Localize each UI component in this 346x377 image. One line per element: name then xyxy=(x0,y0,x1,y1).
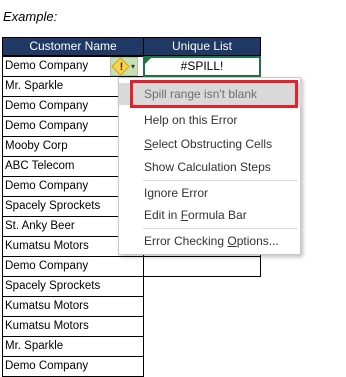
menu-separator xyxy=(143,180,298,181)
spill-error-cell[interactable]: #SPILL! xyxy=(143,56,261,77)
customer-cell[interactable]: Mr. Sparkle xyxy=(2,336,144,357)
menu-separator xyxy=(143,228,298,229)
customer-cell[interactable]: Demo Company xyxy=(2,356,144,377)
chevron-down-icon: ▾ xyxy=(131,62,136,71)
customer-cell[interactable]: Spacely Sprockets xyxy=(2,276,144,297)
menu-item-help[interactable]: Help on this Error xyxy=(119,109,302,131)
header-unique-list[interactable]: Unique List xyxy=(143,37,261,56)
customer-cell[interactable]: Demo Company xyxy=(2,256,144,277)
menu-item-error-checking-options[interactable]: Error Checking Options... xyxy=(119,230,302,252)
example-label: Example: xyxy=(3,9,58,24)
warning-glyph: ! xyxy=(119,61,124,73)
error-indicator-icon xyxy=(145,58,151,64)
highlight-box xyxy=(130,80,298,108)
customer-cell[interactable]: Kumatsu Motors xyxy=(2,316,144,337)
unique-cell[interactable] xyxy=(143,256,261,277)
header-customer-name[interactable]: Customer Name xyxy=(2,37,144,56)
menu-item-select-obstructing-cells[interactable]: Select Obstructing Cells xyxy=(119,133,302,155)
menu-item-show-calculation-steps[interactable]: Show Calculation Steps xyxy=(119,156,302,178)
menu-item-ignore-error[interactable]: Ignore Error xyxy=(119,182,302,204)
menu-item-edit-in-formula-bar[interactable]: Edit in Formula Bar xyxy=(119,204,302,226)
spill-error-value: #SPILL! xyxy=(180,59,224,73)
customer-cell[interactable]: Kumatsu Motors xyxy=(2,296,144,317)
error-options-button[interactable]: ! ▾ xyxy=(110,57,138,76)
